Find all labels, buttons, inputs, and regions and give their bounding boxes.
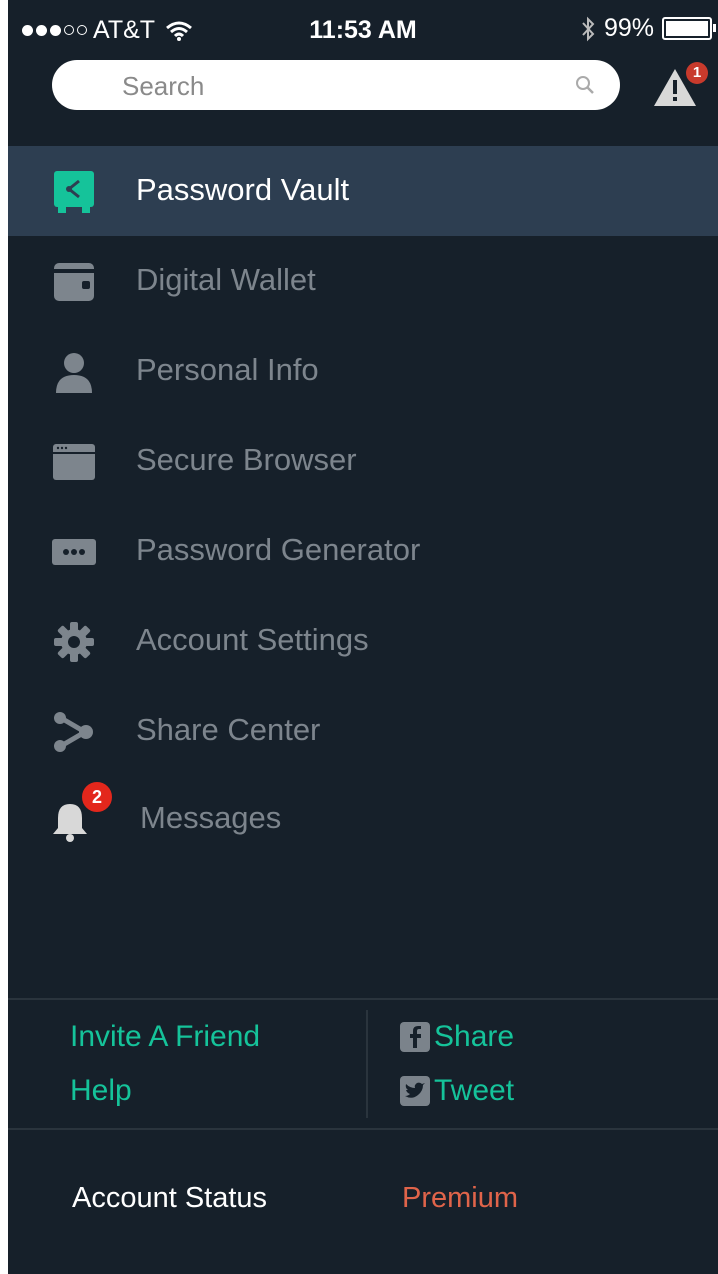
status-bar: AT&T 11:53 AM 99% <box>8 0 718 60</box>
menu-item-password-vault[interactable]: Password Vault <box>8 146 718 236</box>
battery-percent: 99% <box>603 14 654 42</box>
menu-item-label: Secure Browser <box>136 442 357 477</box>
messages-count-badge: 2 <box>80 780 114 814</box>
menu-item-label: Digital Wallet <box>136 262 316 297</box>
tweet-label: Tweet <box>434 1074 515 1107</box>
search-bar[interactable] <box>52 60 620 110</box>
menu-item-label: Personal Info <box>136 352 319 387</box>
security-alert-button[interactable]: 1 <box>648 60 712 110</box>
twitter-icon <box>400 1076 430 1106</box>
help-link[interactable]: Help <box>70 1074 132 1108</box>
search-icon <box>576 76 594 94</box>
person-icon <box>52 350 96 394</box>
invite-friend-link[interactable]: Invite A Friend <box>70 1020 260 1054</box>
menu-item-account-settings[interactable]: Account Settings <box>8 596 718 686</box>
wallet-icon <box>52 260 96 304</box>
app-screen: AT&T 11:53 AM 99% Search 1 Password Vaul… <box>8 0 718 1274</box>
footer-vertical-divider <box>366 1010 368 1118</box>
vault-icon <box>52 170 96 214</box>
menu-item-personal-info[interactable]: Personal Info <box>8 326 718 416</box>
facebook-share-link[interactable]: Share <box>400 1020 514 1054</box>
twitter-tweet-link[interactable]: Tweet <box>400 1074 514 1108</box>
menu-item-secure-browser[interactable]: Secure Browser <box>8 416 718 506</box>
menu-item-label: Password Vault <box>136 172 350 207</box>
browser-icon <box>52 440 96 484</box>
gear-icon <box>52 620 96 664</box>
account-status-value: Premium <box>402 1182 519 1214</box>
battery-icon <box>662 17 716 40</box>
menu-item-digital-wallet[interactable]: Digital Wallet <box>8 236 718 326</box>
menu-item-label: Password Generator <box>136 532 421 567</box>
share-icon <box>52 710 96 754</box>
bluetooth-icon <box>582 16 595 41</box>
menu-item-label: Messages <box>140 800 282 835</box>
main-menu: Password Vault Digital Wallet Personal I… <box>8 146 718 866</box>
menu-item-label: Account Settings <box>136 622 369 657</box>
account-status-label: Account Status <box>72 1182 268 1214</box>
password-dots-icon <box>52 530 96 574</box>
menu-item-password-generator[interactable]: Password Generator <box>8 506 718 596</box>
menu-item-label: Share Center <box>136 712 321 747</box>
menu-item-messages[interactable]: 2 Messages <box>8 776 718 866</box>
footer-divider-bottom <box>8 1128 718 1130</box>
search-input[interactable] <box>120 68 554 104</box>
menu-item-share-center[interactable]: Share Center <box>8 686 718 776</box>
status-right: 99% <box>580 14 716 43</box>
facebook-icon <box>400 1022 430 1052</box>
footer-divider-top <box>8 998 718 1000</box>
share-label: Share <box>434 1020 515 1053</box>
alert-count-badge: 1 <box>686 62 708 84</box>
